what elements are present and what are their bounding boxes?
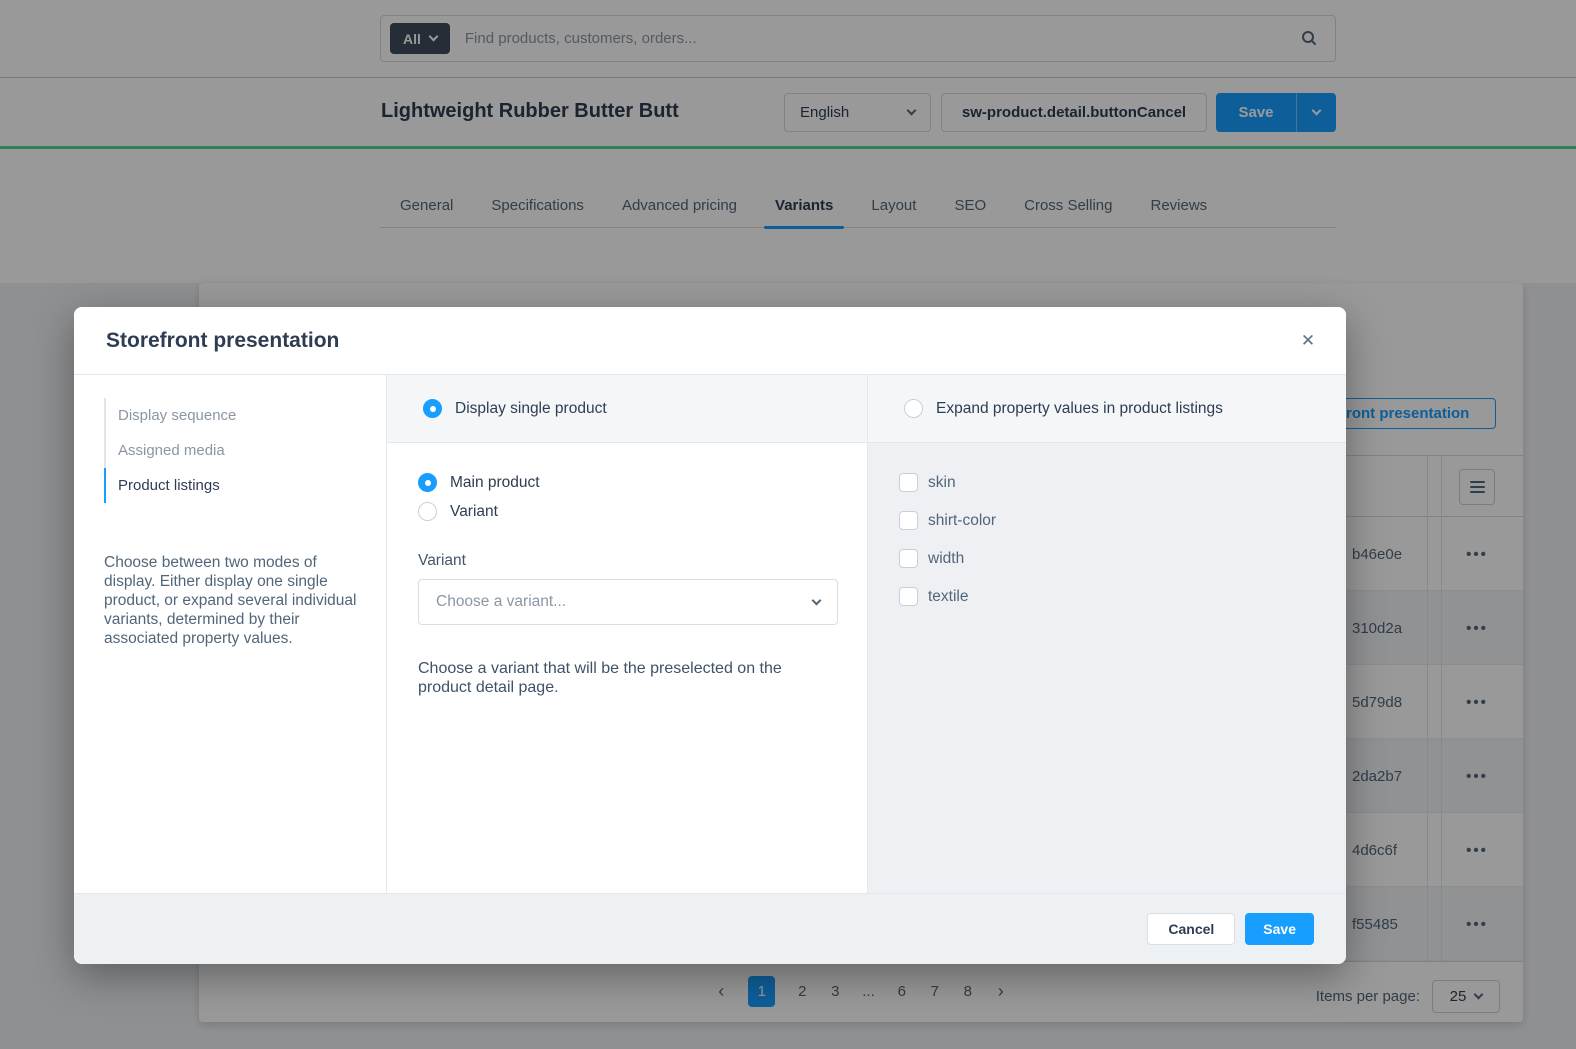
property-option-shirt-color[interactable]: shirt-color <box>899 511 1346 530</box>
single-product-column: Display single product Main product Vari… <box>387 375 868 893</box>
modal-footer: Cancel Save <box>74 893 1346 964</box>
expand-properties-column: Expand property values in product listin… <box>868 375 1346 893</box>
modal-header: Storefront presentation ✕ <box>74 307 1346 375</box>
main-product-label: Main product <box>450 474 540 492</box>
property-option-width[interactable]: width <box>899 549 1346 568</box>
shirt-color-label: shirt-color <box>928 512 996 530</box>
chevron-down-icon <box>812 595 822 605</box>
shirt-color-checkbox[interactable] <box>899 511 918 530</box>
display-single-product-radio[interactable] <box>423 399 442 418</box>
variant-option[interactable]: Variant <box>418 502 867 521</box>
variant-field-label: Variant <box>418 552 867 570</box>
modal-save-button[interactable]: Save <box>1245 913 1314 945</box>
variant-select-placeholder: Choose a variant... <box>436 593 566 611</box>
mode-description: Choose between two modes of display. Eit… <box>104 553 362 648</box>
expand-properties-label: Expand property values in product listin… <box>936 400 1223 418</box>
single-product-content: Main product Variant Variant Choose a va… <box>387 443 867 697</box>
variant-radio[interactable] <box>418 502 437 521</box>
expand-properties-header: Expand property values in product listin… <box>868 375 1346 443</box>
display-single-product-label: Display single product <box>455 400 607 418</box>
sidebar-item-product-listings[interactable]: Product listings <box>104 468 344 503</box>
variant-select[interactable]: Choose a variant... <box>418 579 838 625</box>
main-product-radio[interactable] <box>418 473 437 492</box>
property-option-skin[interactable]: skin <box>899 473 1346 492</box>
sidebar-item-display-sequence[interactable]: Display sequence <box>104 398 344 433</box>
variant-help-text: Choose a variant that will be the presel… <box>418 659 816 697</box>
modal-sidebar: Display sequence Assigned media Product … <box>74 375 387 893</box>
properties-list: skin shirt-color width textile <box>868 443 1346 625</box>
modal-title: Storefront presentation <box>106 329 339 353</box>
storefront-presentation-modal: Storefront presentation ✕ Display sequen… <box>74 307 1346 964</box>
property-option-textile[interactable]: textile <box>899 587 1346 606</box>
expand-properties-radio[interactable] <box>904 399 923 418</box>
main-product-option[interactable]: Main product <box>418 473 867 492</box>
width-label: width <box>928 550 964 568</box>
textile-label: textile <box>928 588 969 606</box>
single-product-header: Display single product <box>387 375 867 443</box>
skin-checkbox[interactable] <box>899 473 918 492</box>
modal-body: Display sequence Assigned media Product … <box>74 375 1346 893</box>
skin-label: skin <box>928 474 956 492</box>
sidebar-item-assigned-media[interactable]: Assigned media <box>104 433 344 468</box>
screen: All Find products, customers, orders... … <box>0 0 1576 1049</box>
width-checkbox[interactable] <box>899 549 918 568</box>
close-icon[interactable]: ✕ <box>1296 329 1320 353</box>
variant-option-label: Variant <box>450 503 498 521</box>
textile-checkbox[interactable] <box>899 587 918 606</box>
modal-cancel-button[interactable]: Cancel <box>1147 913 1235 945</box>
